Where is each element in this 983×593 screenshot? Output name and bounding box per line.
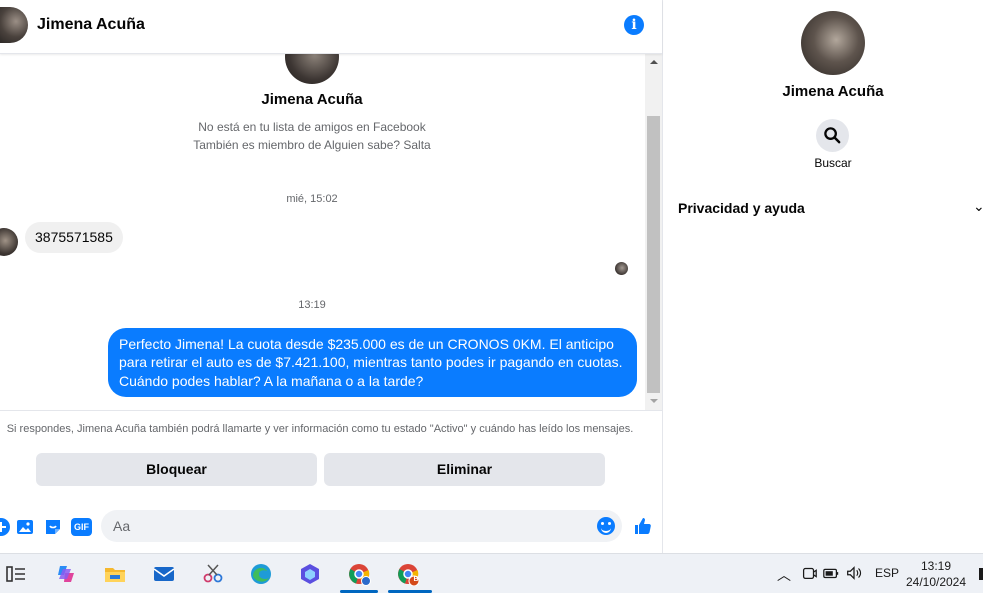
profile-badge: B	[413, 576, 419, 583]
profile-avatar	[285, 54, 339, 84]
store-app-icon[interactable]	[298, 562, 322, 586]
block-button[interactable]: Bloquear	[36, 453, 317, 486]
chat-header: Jimena Acuña i	[0, 0, 662, 54]
request-notice-area: Si respondes, Jimena Acuña también podrá…	[0, 410, 662, 507]
more-actions-icon[interactable]	[0, 517, 11, 537]
search-label: Buscar	[814, 156, 852, 170]
info-icon[interactable]: i	[624, 15, 644, 35]
sender-avatar	[0, 228, 18, 256]
clock-time: 13:19	[920, 559, 952, 573]
thread-scrollbar[interactable]	[645, 54, 662, 410]
like-icon[interactable]	[633, 516, 653, 536]
incoming-message[interactable]: 3875571585	[25, 222, 123, 253]
seen-indicator-avatar	[615, 262, 628, 275]
battery-icon[interactable]	[822, 564, 840, 582]
delete-button[interactable]: Eliminar	[324, 453, 605, 486]
details-sidebar: Jimena Acuña Buscar Privacidad y ayuda ⌄	[663, 0, 983, 553]
chrome-icon[interactable]	[347, 562, 371, 586]
request-notice-text: Si respondes, Jimena Acuña también podrá…	[6, 423, 634, 435]
chevron-down-icon[interactable]: ⌄	[973, 198, 983, 215]
privacy-help-section[interactable]: Privacidad y ayuda	[678, 200, 805, 216]
system-clock[interactable]: 13:19 24/10/2024	[900, 558, 972, 590]
profile-name: Jimena Acuña	[261, 91, 363, 108]
language-indicator[interactable]: ESP	[875, 566, 899, 580]
contact-name[interactable]: Jimena Acuña	[37, 16, 145, 34]
scrollbar-thumb[interactable]	[647, 116, 660, 393]
mail-icon[interactable]	[152, 562, 176, 586]
group-membership-text: También es miembro de Alguien sabe? Salt…	[193, 138, 431, 152]
message-thread[interactable]: Jimena Acuña No está en tu lista de amig…	[0, 54, 645, 410]
search-icon	[824, 127, 841, 144]
search-button[interactable]	[816, 119, 849, 152]
edge-browser-icon[interactable]	[249, 562, 273, 586]
volume-icon[interactable]	[845, 564, 863, 582]
snipping-tool-icon[interactable]	[201, 562, 225, 586]
message-input[interactable]: Aa	[101, 510, 622, 542]
task-view-icon[interactable]	[4, 562, 28, 586]
scroll-up-arrow[interactable]	[645, 54, 662, 71]
composer: GIF Aa	[0, 507, 662, 553]
sidebar-avatar[interactable]	[801, 11, 865, 75]
gif-icon[interactable]: GIF	[71, 518, 92, 536]
file-explorer-icon[interactable]	[103, 562, 127, 586]
copilot-icon[interactable]	[54, 562, 78, 586]
outgoing-message[interactable]: Perfecto Jimena! La cuota desde $235.000…	[108, 328, 637, 397]
timestamp: mié, 15:02	[286, 193, 338, 205]
meet-now-icon[interactable]	[800, 564, 818, 582]
chat-panel: Jimena Acuña i Jimena Acuña No está en t…	[0, 0, 663, 553]
contact-avatar[interactable]	[0, 7, 28, 43]
friend-status-text: No está en tu lista de amigos en Faceboo…	[198, 120, 426, 134]
emoji-icon[interactable]	[597, 517, 615, 535]
scroll-down-arrow[interactable]	[645, 393, 662, 410]
sidebar-contact-name: Jimena Acuña	[782, 83, 884, 100]
timestamp: 13:19	[298, 299, 326, 311]
windows-taskbar: B ︿ ESP 13:19 24/10/2024	[0, 553, 983, 593]
sticker-icon[interactable]	[43, 517, 63, 537]
photo-icon[interactable]	[15, 517, 35, 537]
clock-date: 24/10/2024	[905, 575, 967, 589]
chevron-up-icon[interactable]: ︿	[777, 565, 791, 585]
notification-icon[interactable]	[979, 568, 983, 580]
message-input-placeholder: Aa	[113, 518, 131, 534]
